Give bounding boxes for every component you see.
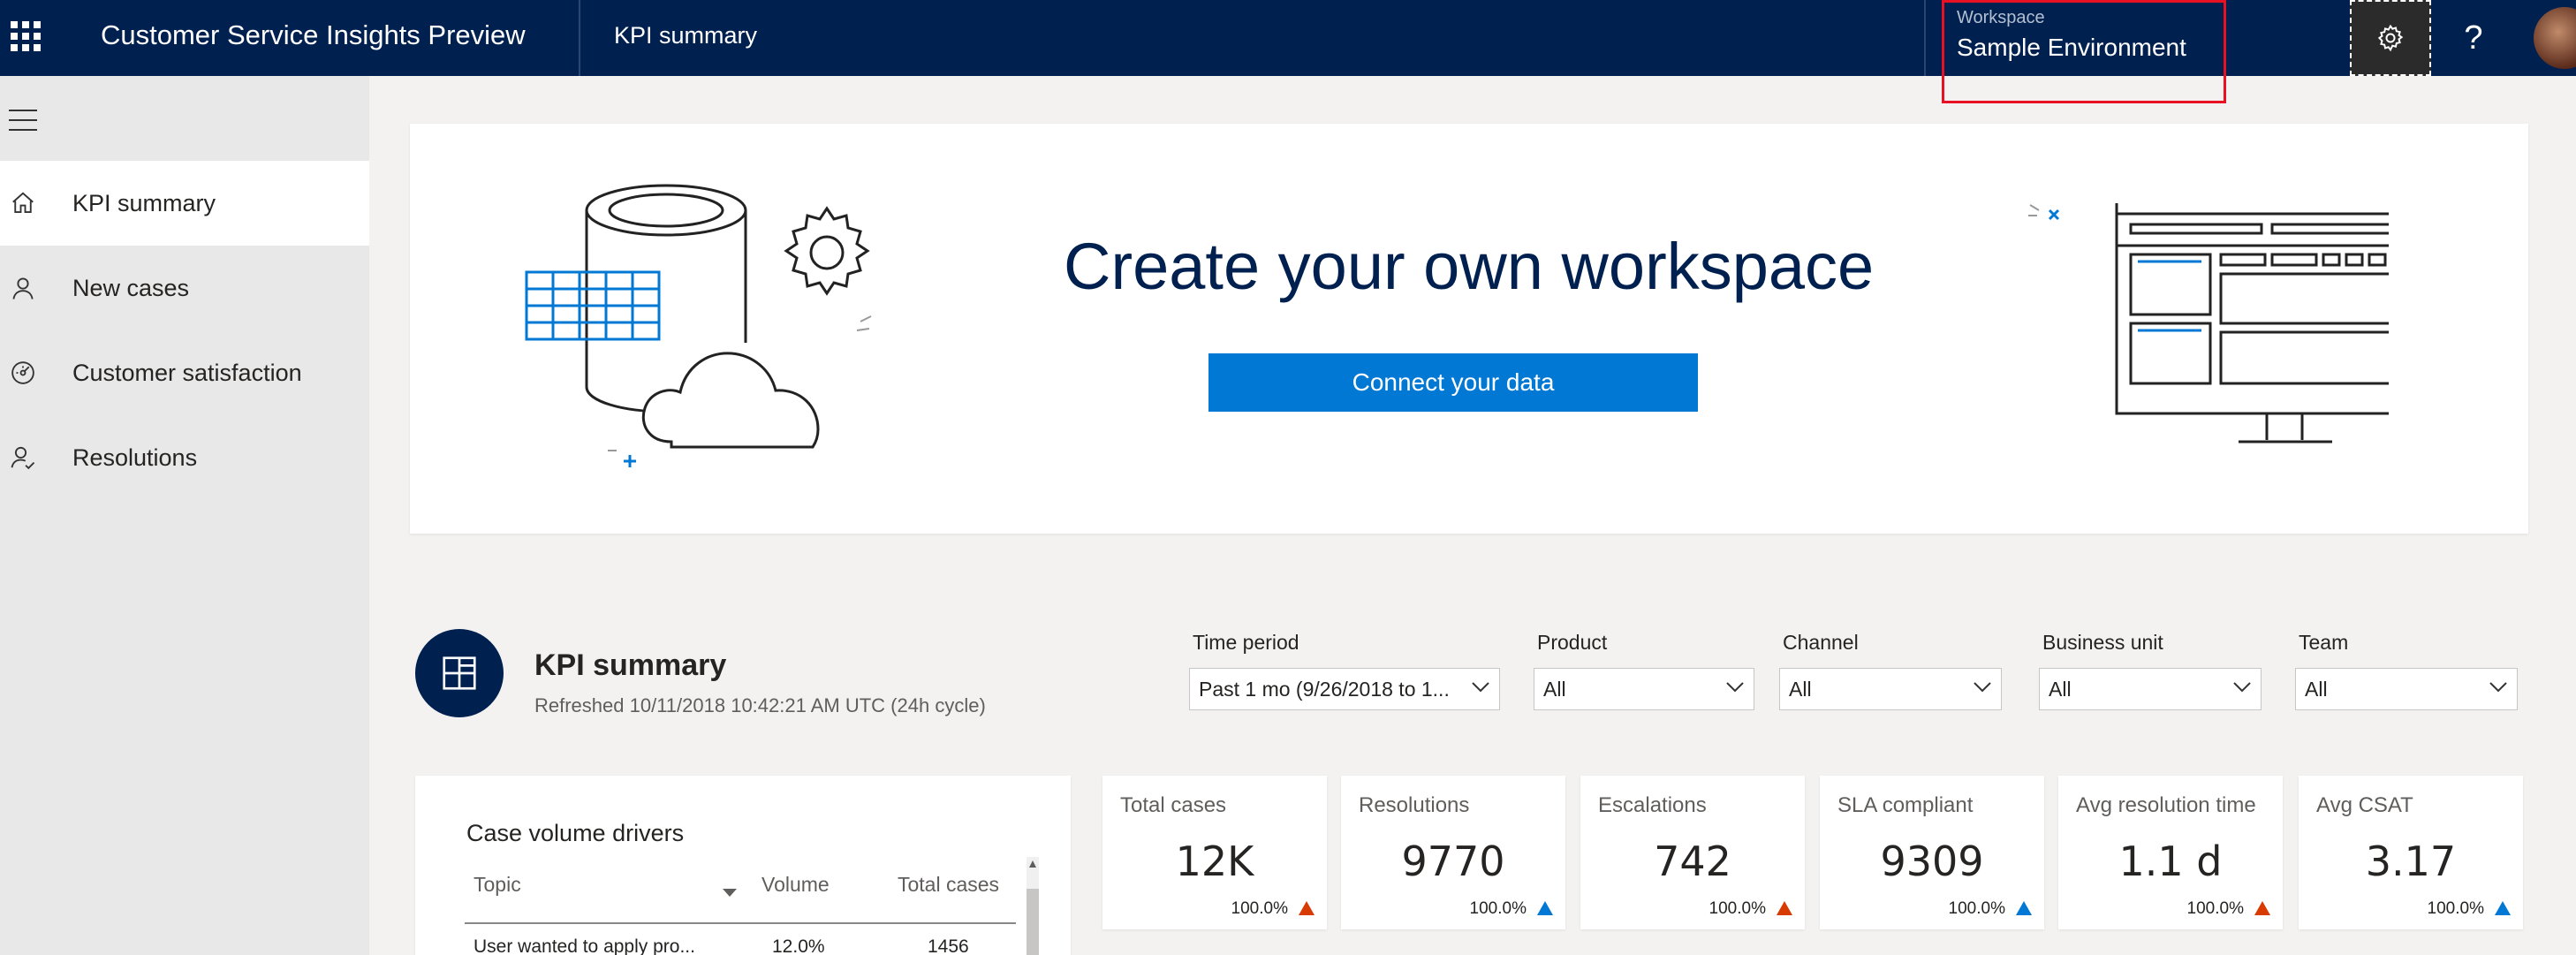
sidebar-item-new-cases[interactable]: New cases [0,246,369,330]
dropdown-value: All [1543,677,1566,701]
dropdown-value: Past 1 mo (9/26/2018 to 1... [1199,677,1450,701]
workspace-selector[interactable]: Workspace Sample Environment [1942,0,2226,103]
chevron-down-icon [2233,682,2251,693]
sidebar-item-resolutions[interactable]: Resolutions [0,415,369,500]
sort-descending-icon[interactable] [723,889,737,897]
kpi-tile-sla-compliant[interactable]: SLA compliant 9309 100.0% [1820,776,2044,929]
kpi-tile-escalations[interactable]: Escalations 742 100.0% [1580,776,1805,929]
avatar[interactable] [2534,7,2576,69]
header-divider [1924,0,1926,76]
scrollbar-thumb[interactable] [1027,889,1039,955]
kpi-tile-avg-csat[interactable]: Avg CSAT 3.17 100.0% [2299,776,2523,929]
chevron-down-icon [1472,682,1489,693]
tile-value: 12K [1175,838,1254,885]
hamburger-menu-icon[interactable] [9,110,37,131]
filter-label-time-period: Time period [1193,631,1299,654]
sidebar-item-label: New cases [72,274,190,301]
tile-percent: 100.0% [1469,899,1527,918]
column-header-total-cases[interactable]: Total cases [898,873,999,897]
team-dropdown[interactable]: All [2295,668,2518,710]
sidebar-item-customer-satisfaction[interactable]: Customer satisfaction [0,330,369,415]
tile-label: Total cases [1120,793,1227,817]
tile-label: Resolutions [1359,793,1470,817]
hero-card: Create your own workspace Connect your d… [410,124,2528,534]
dropdown-value: All [2305,677,2328,701]
tile-value: 742 [1654,838,1731,885]
workspace-label: Workspace [1957,8,2045,27]
filter-label-channel: Channel [1783,631,1859,654]
tile-value: 9770 [1401,838,1505,885]
connect-data-button[interactable]: Connect your data [1208,353,1698,412]
hero-title: Create your own workspace [1064,230,1875,303]
tile-label: Escalations [1598,793,1707,817]
header-divider [579,0,580,76]
person-check-icon [7,442,39,474]
breadcrumb: KPI summary [614,22,758,49]
kpi-summary-icon [415,629,504,717]
trend-up-icon [2254,901,2270,915]
tile-value: 1.1 d [2118,838,2223,885]
trend-up-icon [1537,901,1553,915]
help-button[interactable]: ? [2449,0,2498,76]
gauge-icon [7,357,39,389]
trend-up-icon [1777,901,1792,915]
header-divider [465,922,1016,924]
home-icon [7,187,39,219]
chevron-down-icon [1974,682,1991,693]
sidebar: KPI summary New cases Customer satisfact… [0,76,369,955]
trend-up-icon [2016,901,2032,915]
tile-percent: 100.0% [1948,899,2005,918]
tile-value: 9309 [1880,838,1984,885]
dropdown-value: All [1789,677,1812,701]
scroll-up-icon[interactable] [1029,860,1036,868]
app-launcher-icon[interactable] [9,19,41,51]
row-topic[interactable]: User wanted to apply pro... [474,936,695,955]
row-volume: 12.0% [772,936,825,955]
filter-label-team: Team [2299,631,2349,654]
settings-button[interactable] [2350,0,2431,76]
product-dropdown[interactable]: All [1534,668,1754,710]
trend-up-icon [1299,901,1315,915]
chevron-down-icon [1726,682,1744,693]
case-volume-card: Case volume drivers Topic Volume Total c… [415,776,1071,955]
row-total-cases: 1456 [928,936,969,955]
data-cloud-illustration [525,184,872,467]
tile-value: 3.17 [2365,838,2457,885]
kpi-summary-title: KPI summary [534,648,727,682]
channel-dropdown[interactable]: All [1779,668,2002,710]
sidebar-item-label: Resolutions [72,443,198,471]
top-bar: Customer Service Insights Preview KPI su… [0,0,2576,103]
time-period-dropdown[interactable]: Past 1 mo (9/26/2018 to 1... [1189,668,1500,710]
case-volume-title: Case volume drivers [466,820,685,846]
tile-percent: 100.0% [2186,899,2244,918]
workspace-value: Sample Environment [1957,34,2186,61]
person-icon [7,272,39,304]
sidebar-item-label: Customer satisfaction [72,359,302,386]
app-title[interactable]: Customer Service Insights Preview [101,18,526,53]
tile-percent: 100.0% [1231,899,1288,918]
dropdown-value: All [2049,677,2072,701]
kpi-tile-avg-resolution-time[interactable]: Avg resolution time 1.1 d 100.0% [2058,776,2283,929]
trend-up-icon [2495,901,2511,915]
tile-label: Avg resolution time [2076,793,2256,817]
sidebar-item-label: KPI summary [72,189,216,216]
tile-label: Avg CSAT [2316,793,2413,817]
sidebar-item-kpi-summary[interactable]: KPI summary [0,161,369,246]
filter-label-product: Product [1537,631,1608,654]
refresh-timestamp: Refreshed 10/11/2018 10:42:21 AM UTC (24… [534,694,986,716]
tile-label: SLA compliant [1837,793,1974,817]
column-header-topic[interactable]: Topic [474,873,521,897]
kpi-tile-total-cases[interactable]: Total cases 12K 100.0% [1102,776,1327,929]
dashboard-monitor-illustration [2028,203,2389,443]
tile-percent: 100.0% [1708,899,1766,918]
gear-icon [2377,24,2404,52]
kpi-tile-resolutions[interactable]: Resolutions 9770 100.0% [1341,776,1565,929]
tile-percent: 100.0% [2427,899,2484,918]
column-header-volume[interactable]: Volume [761,873,830,897]
business-unit-dropdown[interactable]: All [2039,668,2262,710]
chevron-down-icon [2489,682,2507,693]
filter-label-business-unit: Business unit [2042,631,2163,654]
